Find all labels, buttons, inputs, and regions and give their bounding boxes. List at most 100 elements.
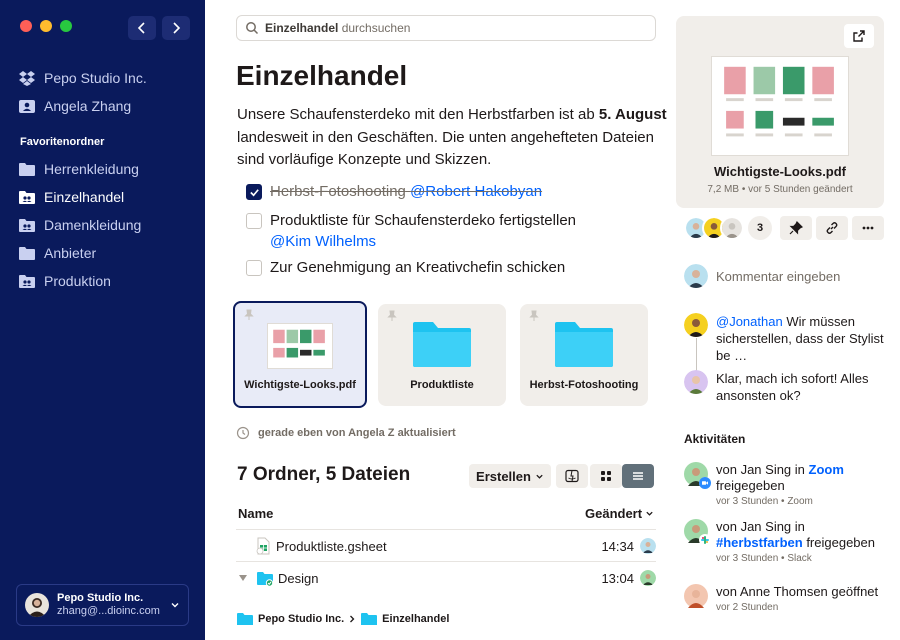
finder-view-button[interactable]	[556, 464, 588, 488]
breadcrumb: Pepo Studio Inc. Einzelhandel	[236, 612, 449, 626]
comment-text: Klar, mach ich sofort! Alles ansonsten o…	[716, 371, 869, 403]
search-input[interactable]: Einzelhandel durchsuchen	[236, 15, 656, 41]
page-title: Einzelhandel	[236, 60, 408, 91]
avatar	[640, 570, 656, 586]
grid-view-button[interactable]	[590, 464, 622, 488]
link-icon	[826, 222, 838, 234]
avatar	[25, 593, 49, 617]
pdf-thumbnail	[267, 323, 333, 369]
expand-triangle-icon[interactable]	[238, 573, 248, 583]
chevron-left-icon	[137, 22, 145, 34]
sidebar-item-produktion[interactable]: Produktion	[18, 270, 111, 292]
sidebar-item-label: Herrenkleidung	[44, 161, 139, 177]
check-icon	[249, 188, 259, 196]
shared-folder-icon	[19, 275, 35, 288]
account-email: zhang@...dioinc.com	[57, 605, 160, 617]
open-external-button[interactable]	[844, 24, 874, 48]
comment-placeholder: Kommentar eingeben	[716, 268, 841, 284]
folder-icon	[257, 572, 274, 587]
task-checkbox[interactable]	[246, 184, 262, 200]
file-row[interactable]: Produktliste.gsheet 14:34	[236, 533, 656, 559]
favorites-section-label: Favoritenordner	[20, 136, 105, 148]
sidebar-item-anbieter[interactable]: Anbieter	[18, 242, 96, 264]
avatar	[640, 538, 656, 554]
chevron-down-icon	[171, 603, 179, 608]
sidebar-item-label: Einzelhandel	[44, 189, 125, 205]
activity-text: von Anne Thomsen geöffnet	[716, 584, 879, 599]
task-text: Zur Genehmigung an Kreativchefin schicke…	[270, 259, 566, 276]
folder-icon	[19, 163, 35, 176]
column-header-modified[interactable]: Geändert	[585, 506, 654, 521]
sidebar-account-personal[interactable]: Angela Zhang	[18, 95, 131, 117]
task-item: Zur Genehmigung an Kreativchefin schicke…	[246, 257, 565, 278]
sidebar-item-herrenkleidung[interactable]: Herrenkleidung	[18, 158, 139, 180]
viewer-avatars[interactable]: 3	[684, 216, 772, 240]
shared-folder-icon	[19, 219, 35, 232]
activity-item: von Anne Thomsen geöffnet vor 2 Stunden	[684, 584, 894, 613]
viewer-count: 3	[748, 216, 772, 240]
gsheet-icon	[256, 537, 270, 555]
sidebar-account-label: Pepo Studio Inc.	[44, 70, 147, 86]
task-checkbox[interactable]	[246, 260, 262, 276]
column-header-name[interactable]: Name	[238, 506, 273, 521]
activity-text: freigegeben	[716, 478, 785, 493]
breadcrumb-item[interactable]: Einzelhandel	[382, 613, 449, 625]
back-button[interactable]	[128, 16, 156, 40]
task-item: Produktliste für Schaufensterdeko fertig…	[246, 210, 576, 252]
comment: @Jonathan Wir müssen sicherstellen, dass…	[684, 313, 894, 364]
breadcrumb-item[interactable]: Pepo Studio Inc.	[258, 613, 344, 625]
file-preview[interactable]: Wichtigste-Looks.pdf 7,2 MB • vor 5 Stun…	[676, 16, 884, 208]
activity-title: Aktivitäten	[684, 432, 746, 446]
task-mention[interactable]: @Kim Wilhelms	[270, 233, 376, 250]
clock-icon	[236, 426, 250, 440]
more-icon	[862, 226, 874, 230]
zoom-window-button[interactable]	[60, 20, 72, 32]
activity-meta: vor 2 Stunden	[716, 602, 779, 613]
folder-icon	[237, 613, 253, 625]
avatar	[684, 584, 708, 608]
close-window-button[interactable]	[20, 20, 32, 32]
chevron-down-icon	[536, 474, 543, 479]
activity-link[interactable]: #herbstfarben	[716, 535, 803, 550]
grid-icon	[601, 471, 611, 481]
sidebar-item-damenkleidung[interactable]: Damenkleidung	[18, 214, 141, 236]
pin-button[interactable]	[780, 216, 812, 240]
list-icon	[633, 472, 643, 480]
divider	[236, 561, 656, 562]
sidebar: Pepo Studio Inc. Angela Zhang Favoriteno…	[0, 0, 205, 640]
forward-button[interactable]	[162, 16, 190, 40]
dropbox-logo-icon	[19, 71, 35, 86]
comment-mention[interactable]: @Jonathan	[716, 314, 783, 329]
minimize-window-button[interactable]	[40, 20, 52, 32]
file-row[interactable]: Design 13:04	[236, 565, 656, 591]
folder-icon	[413, 322, 471, 367]
task-checkbox[interactable]	[246, 213, 262, 229]
avatar	[720, 216, 744, 240]
pinned-file-wichtigste-looks[interactable]: Wichtigste-Looks.pdf	[233, 301, 367, 408]
pinned-folder-herbst-fotoshooting[interactable]: Herbst-Fotoshooting	[520, 304, 648, 406]
sidebar-item-einzelhandel[interactable]: Einzelhandel	[18, 186, 124, 208]
copy-link-button[interactable]	[816, 216, 848, 240]
account-switcher[interactable]: Pepo Studio Inc. zhang@...dioinc.com	[16, 584, 189, 626]
more-options-button[interactable]	[852, 216, 884, 240]
activity-meta: vor 3 Stunden • Zoom	[716, 496, 813, 507]
create-button-label: Erstellen	[476, 468, 531, 484]
activity-link[interactable]: Zoom	[809, 462, 844, 477]
task-mention[interactable]: @Robert Hakobyan	[410, 183, 542, 200]
folder-description: Unsere Schaufensterdeko mit den Herbstfa…	[237, 104, 667, 172]
pinned-folder-produktliste[interactable]: Produktliste	[378, 304, 506, 406]
activity-text: von Jan Sing in	[716, 462, 809, 477]
activity-text: von Jan Sing in	[716, 519, 805, 534]
list-view-button[interactable]	[622, 464, 654, 488]
avatar	[684, 462, 711, 489]
task-text: Herbst-Fotoshooting	[270, 183, 406, 200]
search-scope: Einzelhandel	[265, 21, 339, 35]
external-link-icon	[853, 30, 865, 42]
create-button[interactable]: Erstellen	[469, 464, 551, 488]
comment-input[interactable]: Kommentar eingeben	[684, 264, 840, 288]
description-text: landesweit in den Geschäften. Die unten …	[237, 128, 654, 169]
search-icon	[246, 22, 259, 35]
sidebar-item-label: Damenkleidung	[44, 217, 142, 233]
thread-connector	[696, 338, 697, 372]
sidebar-account-team[interactable]: Pepo Studio Inc.	[18, 67, 147, 89]
